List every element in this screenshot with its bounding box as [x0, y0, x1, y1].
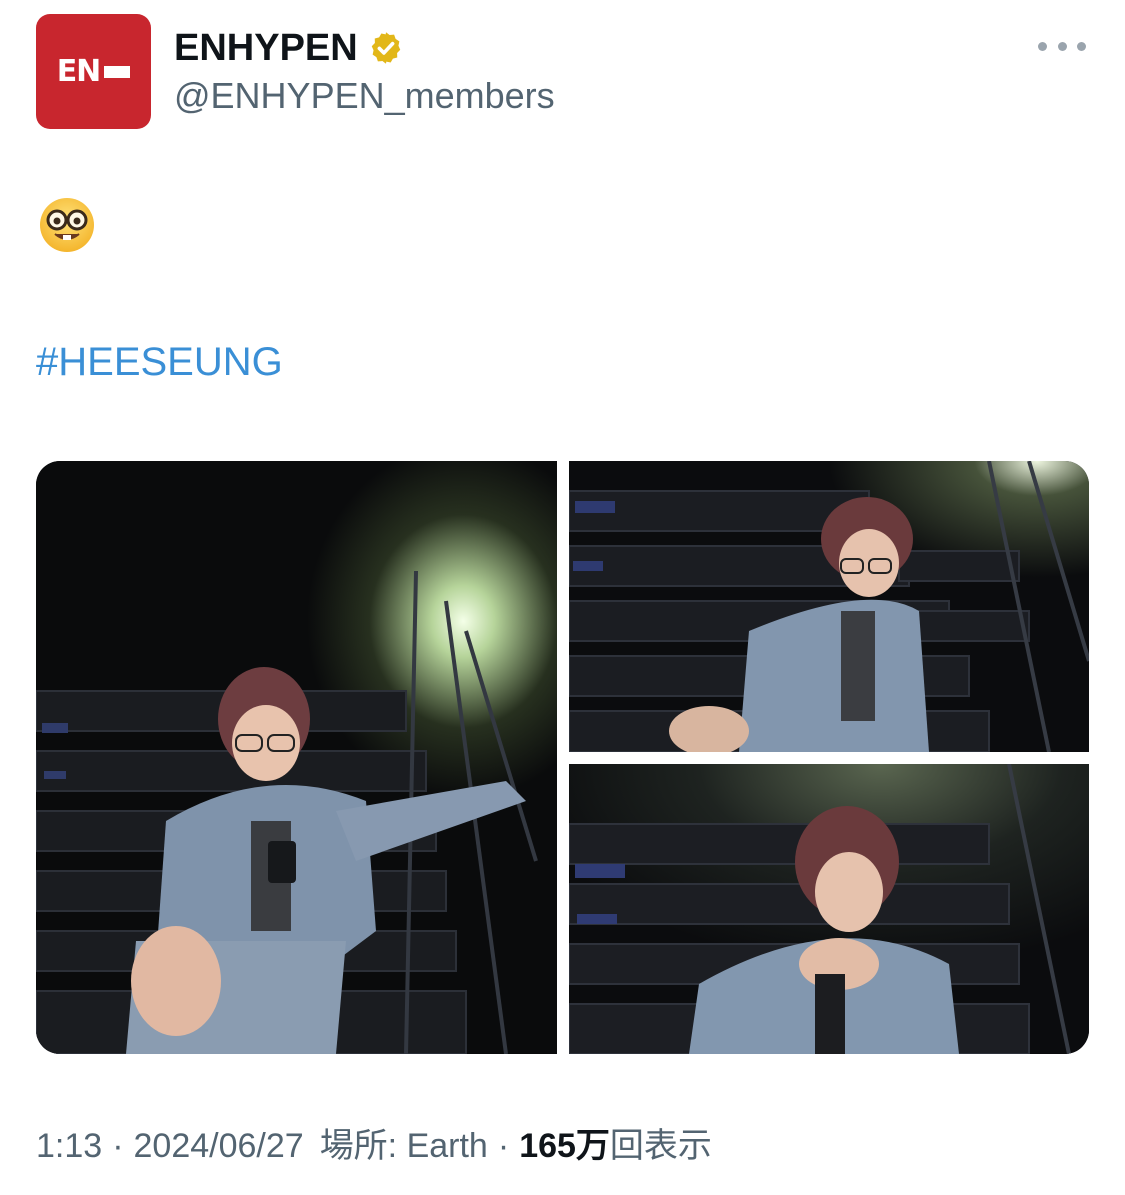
more-options-button[interactable]	[1038, 34, 1086, 58]
views-count: 165万	[519, 1127, 610, 1165]
views-label: 回表示	[609, 1127, 712, 1165]
author-handle[interactable]: @ENHYPEN_members	[174, 74, 555, 118]
hashtag-link[interactable]: #HEESEUNG	[36, 337, 283, 387]
media-photo-1[interactable]	[36, 461, 557, 1054]
avatar[interactable]: EN	[36, 14, 151, 129]
meta-separator: ·	[112, 1127, 124, 1165]
tweet-time[interactable]: 1:13	[36, 1124, 102, 1168]
avatar-logo-bar	[104, 65, 131, 78]
media-photo-3[interactable]	[569, 764, 1089, 1054]
more-dot-icon	[1038, 41, 1047, 51]
tweet-location: 場所: Earth	[319, 1127, 488, 1165]
tweet-date[interactable]: 2024/06/27	[134, 1124, 304, 1168]
tweet-meta: 1:13 · 2024/06/27 場所: Earth · 165万 回表示	[36, 1124, 712, 1168]
avatar-logo-text: EN	[56, 54, 102, 89]
author-name-row[interactable]: ENHYPEN	[174, 26, 404, 70]
more-dot-icon	[1077, 41, 1086, 51]
verified-badge-icon	[368, 30, 404, 66]
avatar-logo: EN	[57, 54, 131, 89]
nerd-face-emoji-icon	[38, 196, 96, 254]
meta-separator: ·	[497, 1127, 510, 1165]
more-dot-icon	[1057, 41, 1067, 51]
display-name[interactable]: ENHYPEN	[174, 26, 358, 70]
media-photo-2[interactable]	[569, 461, 1089, 752]
